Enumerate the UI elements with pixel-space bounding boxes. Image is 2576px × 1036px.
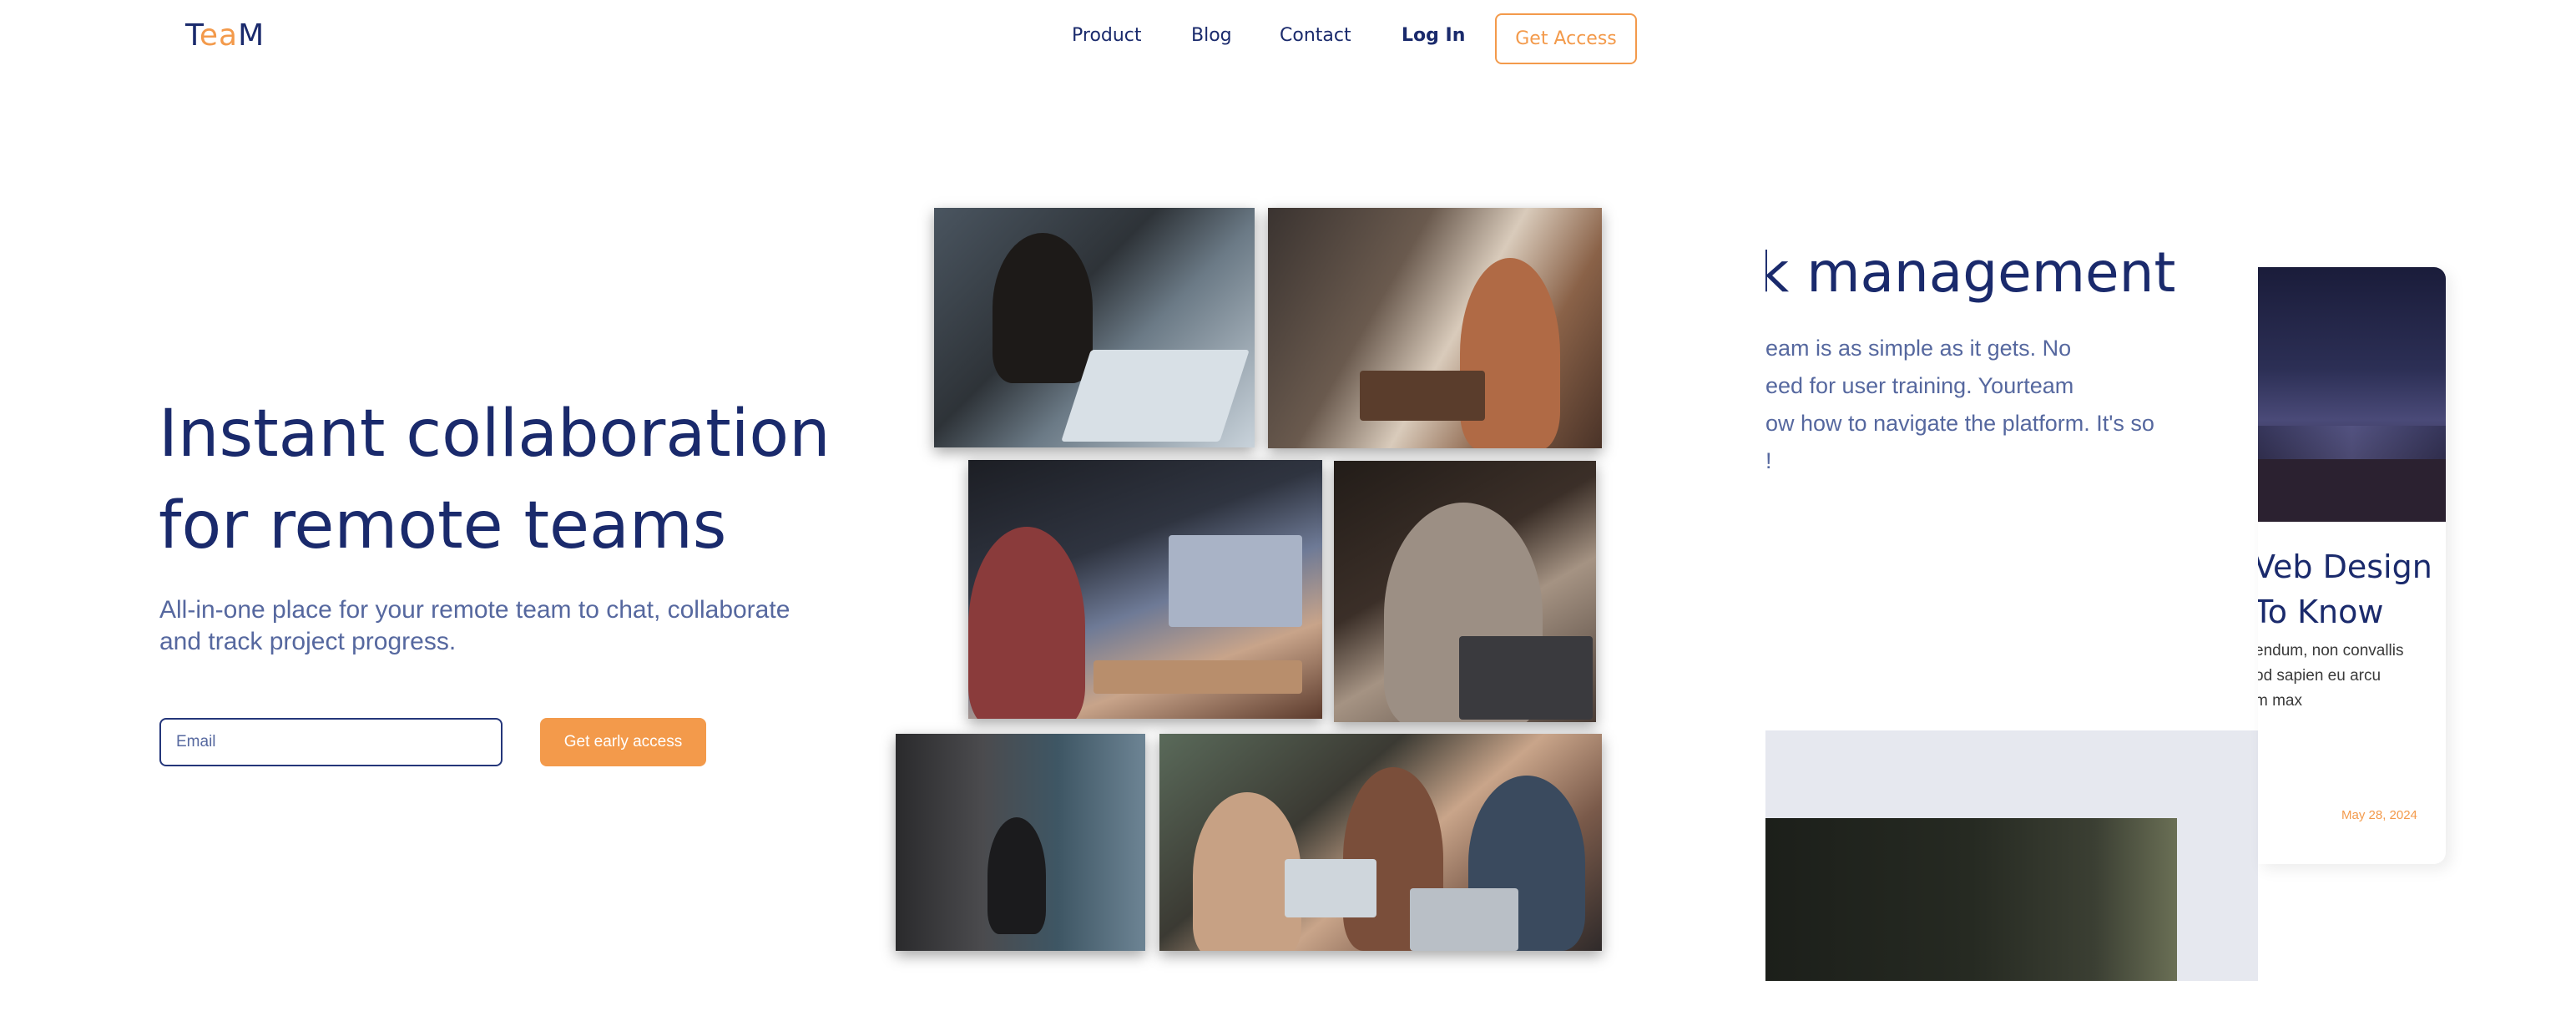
laptop-shape [1459, 636, 1593, 720]
blog-card-title[interactable]: Veb Design To Know [2258, 544, 2446, 634]
hero-subtitle-line-1: All-in-one place for your remote team to… [159, 596, 790, 624]
person-shape [968, 527, 1085, 719]
person-shape [993, 233, 1093, 383]
blog-excerpt-line-3: m max [2258, 692, 2302, 710]
feature-line-1: eam is as simple as it gets. No [1765, 336, 2072, 361]
feature-photo [1765, 818, 2177, 981]
logo-letter-t: T [185, 18, 200, 53]
photo-man-with-laptop [934, 208, 1255, 447]
feature-description: eam is as simple as it gets. No eed for … [1765, 330, 2200, 480]
feature-line-3: ow how to navigate the platform. It's so [1765, 411, 2154, 436]
hero-subtitle-line-2: and track project progress. [159, 628, 457, 655]
nav-contact-link[interactable]: Contact [1280, 25, 1351, 46]
feature-line-4: ! [1765, 448, 1772, 473]
feature-carousel: k management eam is as simple as it gets… [1765, 209, 2258, 981]
blog-card[interactable]: Veb Design To Know endum, non convallis … [2258, 267, 2446, 864]
logo-letter-m: M [238, 18, 265, 53]
feature-line-2: eed for user training. Yourteam [1765, 373, 2074, 398]
logo-letters-ea: ea [199, 18, 239, 53]
cliff-shape [2258, 459, 2446, 522]
chair-shape [1360, 371, 1485, 421]
blog-card-excerpt: endum, non convallis od sapien eu arcu m… [2258, 639, 2446, 714]
blog-excerpt-line-1: endum, non convallis [2258, 642, 2404, 660]
hero-title: Instant collaboration for remote teams [159, 388, 910, 572]
email-input[interactable] [159, 718, 503, 766]
blog-card-date: May 28, 2024 [2341, 808, 2417, 822]
laptop-shape [1410, 888, 1518, 951]
get-early-access-button[interactable]: Get early access [540, 718, 706, 766]
laptop-shape [1169, 535, 1302, 627]
logo[interactable]: TeaM [185, 18, 265, 53]
hero-title-line-1: Instant collaboration [159, 397, 831, 472]
blog-title-line-1: Veb Design [2258, 548, 2432, 585]
nav-blog-link[interactable]: Blog [1191, 25, 1232, 46]
blog-title-line-2: To Know [2258, 594, 2384, 630]
login-link[interactable]: Log In [1402, 25, 1465, 46]
blog-card-image-night-sky [2258, 267, 2446, 522]
feature-title: k management [1765, 240, 2176, 305]
table-shape [1094, 660, 1302, 694]
photo-group-laughing [1159, 734, 1602, 951]
photo-smiling-man [1334, 461, 1596, 722]
nav-product-link[interactable]: Product [1072, 25, 1142, 46]
person-shape [987, 817, 1046, 934]
blog-excerpt-line-2: od sapien eu arcu [2258, 667, 2382, 685]
laptop-shape [1061, 350, 1250, 442]
laptop-shape [1285, 859, 1376, 917]
photo-man-on-stool [896, 734, 1145, 951]
hero-subtitle: All-in-one place for your remote team to… [159, 594, 877, 658]
photo-meeting-hands [968, 460, 1322, 719]
get-access-button[interactable]: Get Access [1495, 13, 1637, 64]
hero-title-line-2: for remote teams [159, 488, 727, 563]
photo-woman-in-cafe [1268, 208, 1602, 448]
